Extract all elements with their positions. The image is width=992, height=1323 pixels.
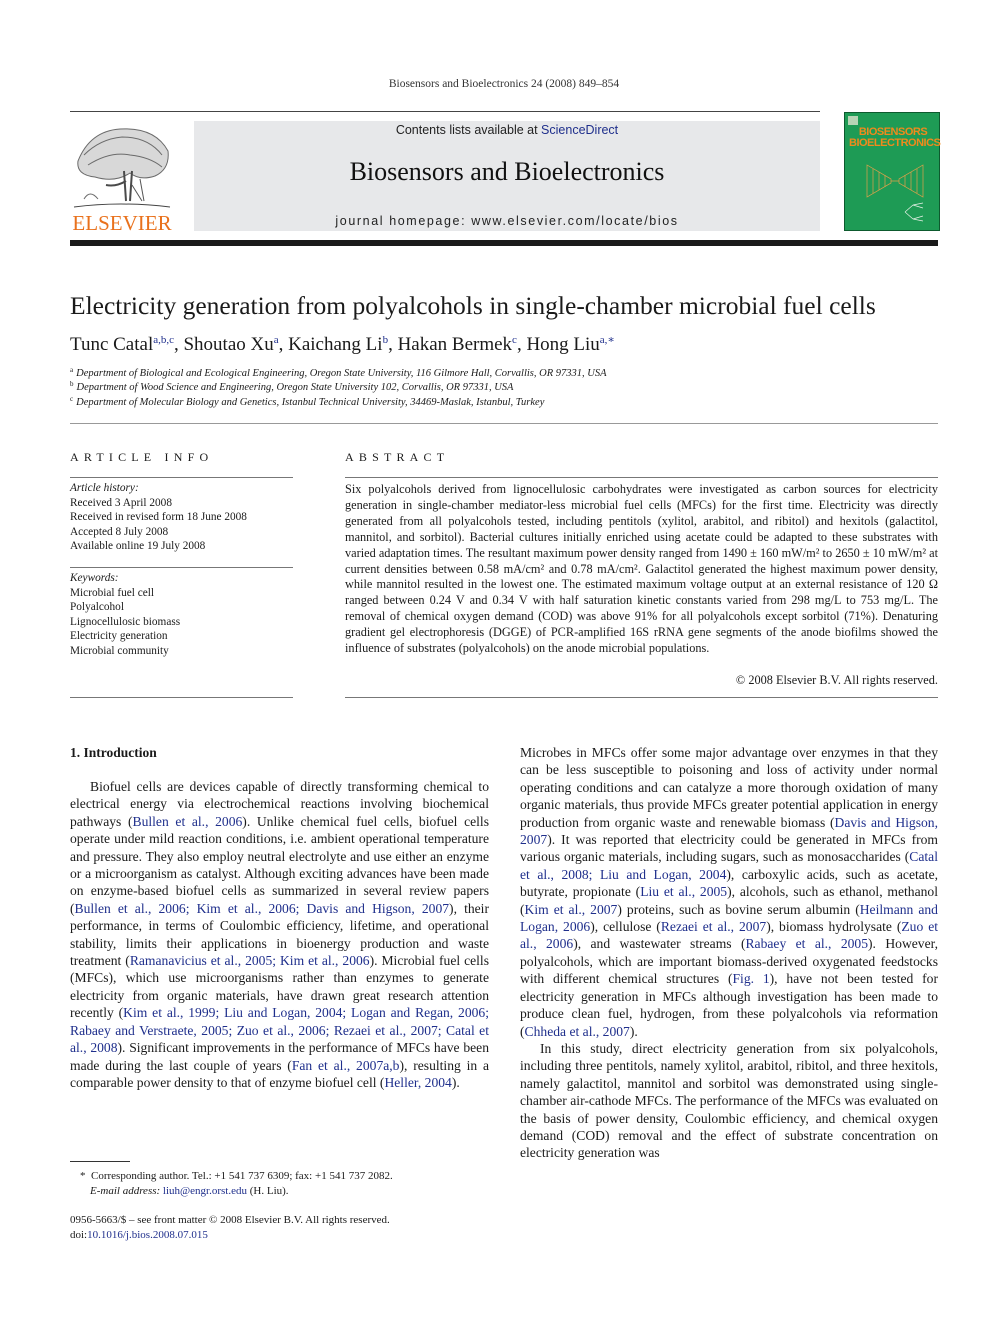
- abstract-bottom-divider: [345, 697, 938, 698]
- author-affiliation-mark[interactable]: a: [274, 334, 279, 346]
- article-title: Electricity generation from polyalcohols…: [70, 291, 876, 320]
- author-list: Tunc Catala,b,c, Shoutao Xua, Kaichang L…: [70, 334, 615, 355]
- body-text: ).: [629, 1023, 638, 1039]
- affiliation: a Department of Biological and Ecological…: [70, 366, 607, 379]
- affiliation: b Department of Wood Science and Engineer…: [70, 380, 513, 393]
- affiliation-mark: c: [70, 395, 74, 403]
- keyword-item: Polyalcohol: [70, 601, 124, 613]
- author-name[interactable]: Tunc Catal: [70, 334, 153, 355]
- cover-graphic-icon: [866, 164, 924, 198]
- affiliation-mark: a: [70, 366, 74, 374]
- cover-title-line2: BIOELECTRONICS: [849, 137, 941, 149]
- citation-link[interactable]: Ramanavicius et al., 2005; Kim et al., 2…: [130, 953, 370, 968]
- citation-link[interactable]: Kim et al., 2007: [525, 902, 618, 917]
- citation-link[interactable]: Rabaey et al., 2005: [745, 936, 868, 951]
- running-head: Biosensors and Bioelectronics 24 (2008) …: [388, 78, 620, 90]
- masthead-thick-rule: [70, 240, 938, 246]
- contents-prefix: Contents lists available at: [395, 123, 542, 137]
- abstract-text: Six polyalcohols derived from lignocellu…: [345, 482, 938, 656]
- citation-link[interactable]: Rezaei et al., 2007: [661, 919, 766, 934]
- author-name[interactable]: Kaichang Li: [288, 334, 382, 355]
- keywords: Keywords: Microbial fuel cell Polyalcoho…: [70, 571, 293, 658]
- journal-name: Biosensors and Bioelectronics: [349, 157, 665, 186]
- email-link[interactable]: liuh@engr.orst.edu: [163, 1185, 247, 1197]
- affiliation-text: Department of Biological and Ecological …: [76, 368, 607, 379]
- footnote-star: *: [80, 1170, 86, 1182]
- body-column-left: Biofuel cells are devices capable of dir…: [70, 778, 489, 1091]
- keywords-divider: [70, 567, 293, 568]
- keyword-item: Microbial fuel cell: [70, 586, 155, 599]
- email-suffix: (H. Liu).: [247, 1184, 289, 1197]
- body-text: ) proteins, such as bovine serum albumin…: [617, 901, 860, 917]
- affiliation-text: Department of Molecular Biology and Gene…: [76, 397, 545, 408]
- journal-homepage[interactable]: journal homepage: www.elsevier.com/locat…: [194, 214, 820, 228]
- doi-prefix: doi:: [70, 1228, 88, 1241]
- citation-link[interactable]: Bullen et al., 2006: [133, 814, 243, 829]
- email-label: E-mail address:: [90, 1184, 161, 1197]
- citation-link[interactable]: Chheda et al., 2007: [525, 1024, 630, 1039]
- article-info-heading: ARTICLE INFO: [70, 450, 214, 464]
- history-item: Available online 19 July 2008: [70, 540, 206, 552]
- paragraph: Microbes in MFCs offer some major advant…: [520, 744, 938, 1040]
- body-text: ). It was reported that electricity coul…: [520, 832, 938, 865]
- body-text: ), biomass hydrolysate (: [766, 919, 902, 935]
- body-column-right: Microbes in MFCs offer some major advant…: [520, 744, 938, 1162]
- history-item: Received in revised form 18 June 2008: [70, 511, 247, 523]
- history-item: Received 3 April 2008: [70, 496, 172, 509]
- contents-line: Contents lists available at ScienceDirec…: [194, 123, 820, 137]
- corresponding-author-text: Corresponding author. Tel.: +1 541 737 6…: [91, 1170, 393, 1182]
- author-affiliation-mark[interactable]: b: [383, 334, 389, 346]
- corresponding-author-footnote: * Corresponding author. Tel.: +1 541 737…: [80, 1169, 393, 1198]
- sciencedirect-link[interactable]: ScienceDirect: [541, 123, 618, 137]
- journal-cover-image[interactable]: BIOSENSORS BIOELECTRONICS: [844, 112, 941, 231]
- keyword-item: Microbial community: [70, 644, 169, 657]
- top-rule: [70, 111, 820, 112]
- author-name[interactable]: Shoutao Xu: [183, 334, 273, 355]
- abstract-copyright: © 2008 Elsevier B.V. All rights reserved…: [735, 673, 938, 687]
- body-text: ), cellulose (: [590, 919, 661, 935]
- citation-link[interactable]: Liu et al., 2005: [640, 884, 727, 899]
- article-info-divider: [70, 477, 293, 478]
- citation-link[interactable]: Fig. 1: [732, 971, 769, 986]
- citation-link[interactable]: Fan et al., 2007a,b: [292, 1058, 400, 1073]
- affiliation-divider: [70, 423, 938, 424]
- abstract-divider: [345, 477, 938, 478]
- paragraph: Biofuel cells are devices capable of dir…: [70, 778, 489, 1091]
- issn-line: 0956-5663/$ – see front matter © 2008 El…: [70, 1214, 390, 1226]
- section-heading-introduction: 1. Introduction: [70, 745, 157, 760]
- citation-link[interactable]: Bullen et al., 2006; Kim et al., 2006; D…: [75, 901, 450, 916]
- affiliation-text: Department of Wood Science and Engineeri…: [76, 382, 514, 393]
- tree-icon: [73, 128, 171, 208]
- article-history: Article history: Received 3 April 2008 R…: [70, 481, 293, 554]
- body-text: In this study, direct electricity genera…: [520, 1040, 938, 1161]
- footnote-rule: [70, 1161, 130, 1162]
- affiliation-mark: b: [70, 380, 74, 388]
- author-affiliation-mark[interactable]: c: [512, 334, 517, 346]
- body-text: ), and wastewater streams (: [573, 936, 746, 952]
- cover-title: BIOSENSORS BIOELECTRONICS: [849, 127, 941, 149]
- cover-publisher-icon: [848, 116, 858, 125]
- elsevier-wordmark[interactable]: ELSEVIER: [70, 211, 174, 236]
- author-affiliation-mark[interactable]: a,∗: [600, 334, 615, 346]
- body-text: ).: [451, 1074, 460, 1090]
- article-history-label: Article history:: [70, 482, 139, 494]
- affiliation: c Department of Molecular Biology and Gen…: [70, 395, 544, 408]
- paragraph: In this study, direct electricity genera…: [520, 1040, 938, 1162]
- keyword-item: Lignocellulosic biomass: [70, 615, 181, 628]
- front-matter: 0956-5663/$ – see front matter © 2008 El…: [70, 1213, 390, 1242]
- journal-banner: Contents lists available at ScienceDirec…: [194, 121, 820, 231]
- keyword-item: Electricity generation: [70, 630, 168, 642]
- author-name[interactable]: Hong Liu: [526, 334, 599, 355]
- abstract-heading: ABSTRACT: [345, 450, 450, 464]
- citation-link[interactable]: Heller, 2004: [384, 1075, 451, 1090]
- author-name[interactable]: Hakan Bermek: [398, 334, 512, 355]
- keywords-label: Keywords:: [70, 572, 119, 584]
- cover-tree-graphic-icon: [904, 202, 924, 222]
- history-item: Accepted 8 July 2008: [70, 525, 169, 538]
- author-affiliation-mark[interactable]: a,b,c: [153, 334, 174, 346]
- article-info-bottom-divider: [70, 697, 293, 698]
- doi-link[interactable]: 10.1016/j.bios.2008.07.015: [87, 1229, 208, 1241]
